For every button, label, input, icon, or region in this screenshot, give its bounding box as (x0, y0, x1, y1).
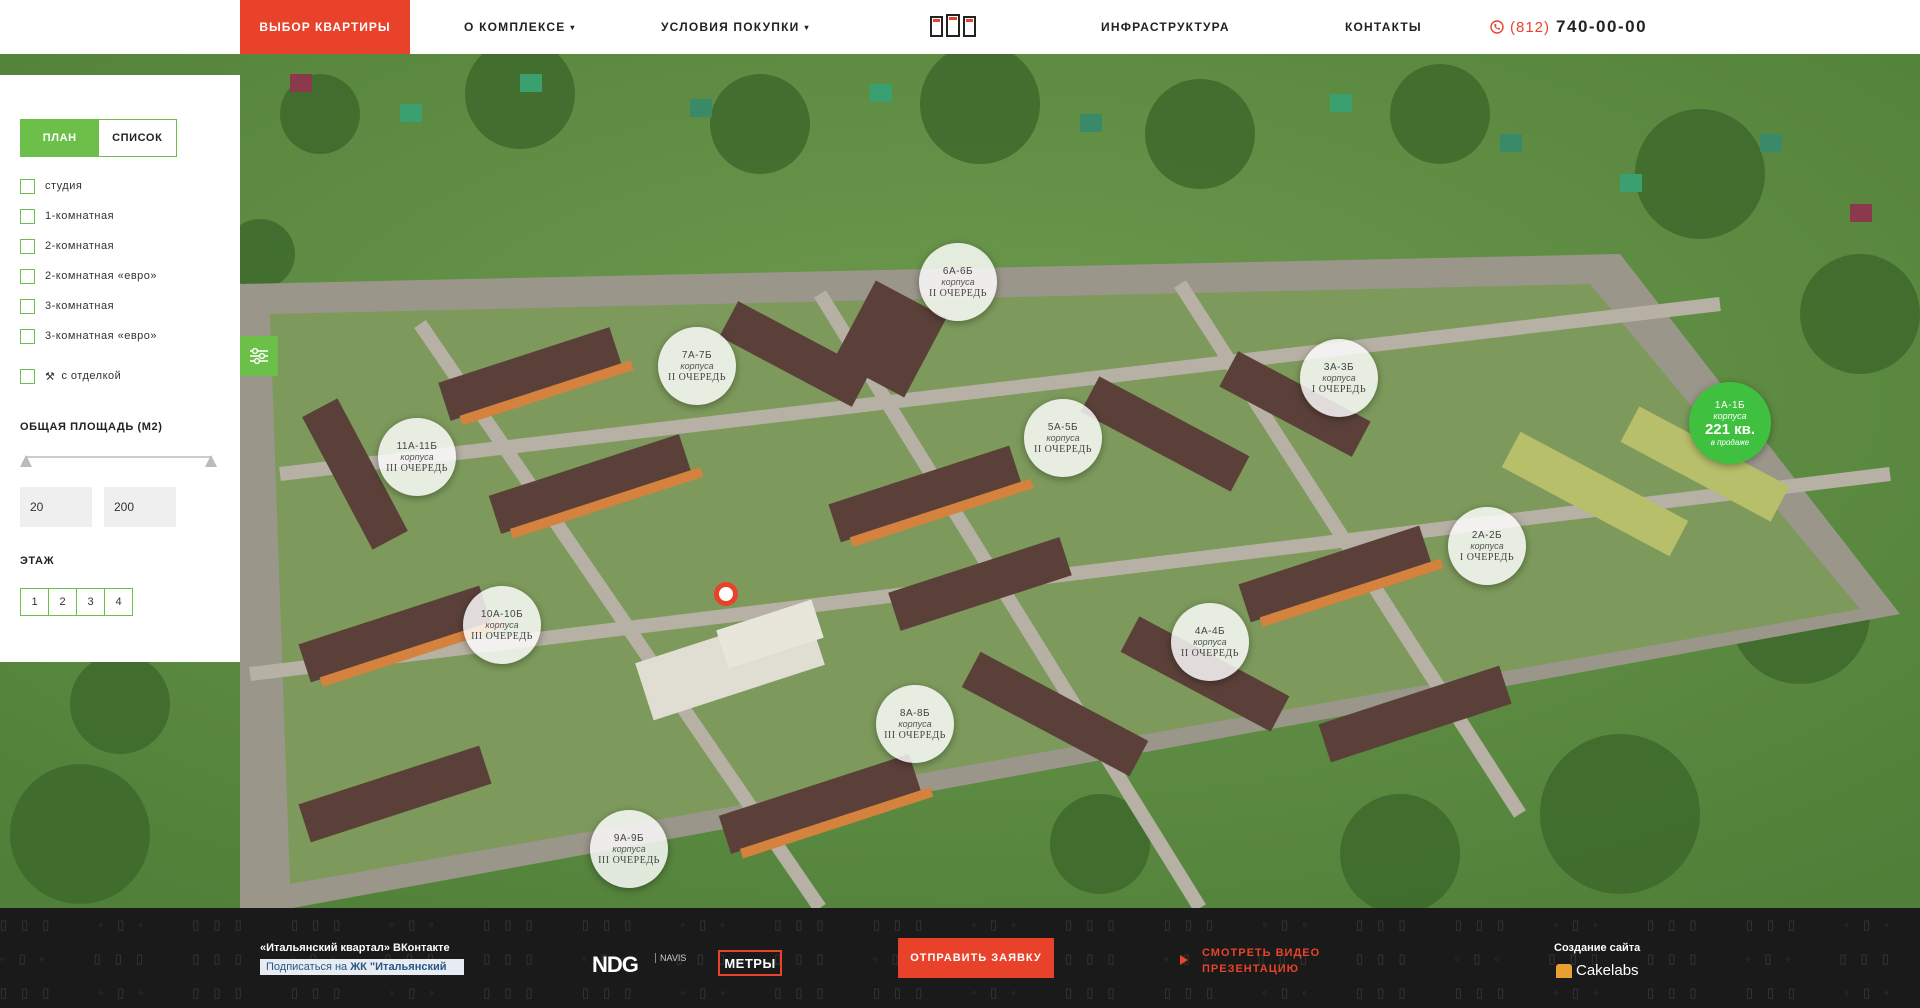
complex-map[interactable]: 6А-6Б корпуса II ОЧЕРЕДЬ 7А-7Б корпуса I… (0, 54, 1920, 908)
floor-button[interactable]: 3 (76, 588, 105, 616)
checkbox[interactable] (20, 328, 35, 344)
nav-purchase-terms[interactable]: Условия покупки ▾ (661, 0, 810, 54)
nav-about[interactable]: О комплексе ▾ (464, 0, 576, 54)
building-marker-8a-8b[interactable]: 8А-8Б корпуса III ОЧЕРЕДЬ (876, 685, 954, 763)
hammer-icon: ⚒ (45, 370, 56, 383)
slider-handle-max[interactable] (205, 455, 217, 467)
site-footer: ▯▯▯ ◦▯◦ ▯▯▯ ▯▯▯ ◦▯◦ ▯▯▯ ▯▯▯ ◦▯◦ ▯▯▯ ▯▯▯ … (0, 908, 1920, 1008)
area-range-slider[interactable] (20, 455, 217, 469)
site-created-by: Создание сайта (1554, 942, 1641, 954)
ndg-logo[interactable]: NDG (592, 952, 639, 978)
checkbox[interactable] (20, 298, 35, 314)
checkbox[interactable] (20, 238, 35, 254)
cakelabs-link[interactable]: Cakelabs (1556, 962, 1639, 979)
area-max-input[interactable] (104, 487, 176, 527)
room-type-option[interactable]: 3-комнатная (20, 298, 114, 314)
building-marker-11a-11b[interactable]: 11А-11Б корпуса III ОЧЕРЕДЬ (378, 418, 456, 496)
vk-widget-title[interactable]: «Итальянский квартал» ВКонтакте (260, 942, 450, 954)
building-marker-6a-6b[interactable]: 6А-6Б корпуса II ОЧЕРЕДЬ (919, 243, 997, 321)
floor-title: ЭТАЖ (20, 555, 55, 567)
building-marker-1a-1b-on-sale[interactable]: 1А-1Б корпуса 221 кв. в продаже (1689, 382, 1771, 464)
checkbox[interactable] (20, 178, 35, 194)
area-title: ОБЩАЯ ПЛОЩАДЬ (М2) (20, 421, 163, 433)
building-marker-5a-5b[interactable]: 5А-5Б корпуса II ОЧЕРЕДЬ (1024, 399, 1102, 477)
sliders-icon (250, 347, 268, 365)
view-plan-button[interactable]: План (21, 120, 99, 156)
room-type-option[interactable]: 1-комнатная (20, 208, 114, 224)
chevron-down-icon: ▾ (570, 22, 576, 32)
checkbox[interactable] (20, 368, 35, 384)
aerial-map-image (0, 54, 1920, 908)
nav-infrastructure[interactable]: Инфраструктура (1101, 0, 1230, 54)
vk-subscribe-button[interactable]: Подписаться на ЖК "Итальянский (260, 959, 464, 975)
cake-icon (1556, 963, 1572, 978)
checkbox[interactable] (20, 268, 35, 284)
floor-button[interactable]: 1 (20, 588, 49, 616)
site-header: Выбор квартиры О комплексе ▾ Условия поку… (0, 0, 1920, 54)
watch-video-link[interactable]: СМОТРЕТЬ ВИДЕО ПРЕЗЕНТАЦИЮ (1180, 945, 1352, 977)
floor-button[interactable]: 4 (104, 588, 133, 616)
logo-icon[interactable] (930, 14, 976, 38)
room-type-option[interactable]: 3-комнатная «евро» (20, 328, 157, 344)
building-marker-10a-10b[interactable]: 10А-10Б корпуса III ОЧЕРЕДЬ (463, 586, 541, 664)
finish-option[interactable]: ⚒ с отделкой (20, 368, 121, 384)
area-min-input[interactable] (20, 487, 92, 527)
play-icon (1180, 955, 1188, 965)
building-marker-3a-3b[interactable]: 3А-3Б корпуса I ОЧЕРЕДЬ (1300, 339, 1378, 417)
view-list-button[interactable]: Список (99, 120, 177, 156)
building-marker-2a-2b[interactable]: 2А-2Б корпуса I ОЧЕРЕДЬ (1448, 507, 1526, 585)
floor-button[interactable]: 2 (48, 588, 77, 616)
room-type-option[interactable]: студия (20, 178, 82, 194)
send-request-button[interactable]: ОТПРАВИТЬ ЗАЯВКУ (898, 938, 1054, 978)
room-type-option[interactable]: 2-комнатная «евро» (20, 268, 157, 284)
room-type-option[interactable]: 2-комнатная (20, 238, 114, 254)
checkbox[interactable] (20, 208, 35, 224)
building-marker-7a-7b[interactable]: 7А-7Б корпуса II ОЧЕРЕДЬ (658, 327, 736, 405)
phone-number[interactable]: (812) 740-00-00 (1490, 0, 1647, 54)
metry-logo[interactable]: МЕТРЫ (718, 950, 782, 976)
slider-track[interactable] (26, 456, 211, 458)
floor-selector: 1 2 3 4 (20, 588, 133, 616)
nav-select-apartment[interactable]: Выбор квартиры (240, 0, 410, 54)
building-marker-4a-4b[interactable]: 4А-4Б корпуса II ОЧЕРЕДЬ (1171, 603, 1249, 681)
chevron-down-icon: ▾ (804, 22, 810, 32)
filter-toggle-button[interactable] (240, 336, 278, 376)
filter-panel: План Список студия 1-комнатная 2-комнатн… (0, 75, 240, 662)
view-toggle: План Список (20, 119, 177, 157)
building-marker-9a-9b[interactable]: 9А-9Б корпуса III ОЧЕРЕДЬ (590, 810, 668, 888)
nav-contacts[interactable]: Контакты (1345, 0, 1422, 54)
phone-icon (1490, 20, 1504, 34)
slider-handle-min[interactable] (20, 455, 32, 467)
navis-logo[interactable]: NAVIS (655, 953, 686, 963)
